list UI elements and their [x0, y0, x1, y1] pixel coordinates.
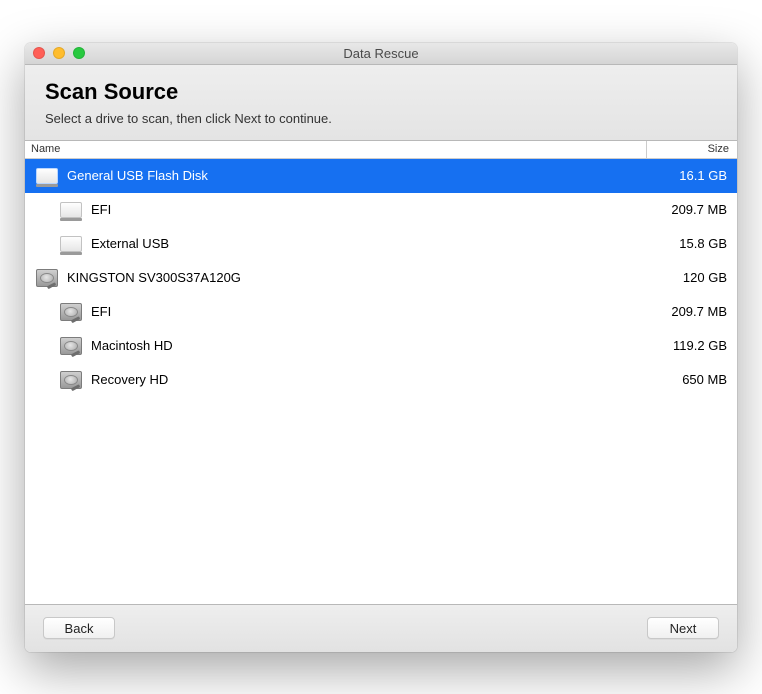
drive-list-header: Name Size	[25, 141, 737, 159]
app-window: Data Rescue Scan Source Select a drive t…	[25, 43, 737, 652]
drive-row[interactable]: Macintosh HD119.2 GB	[25, 329, 737, 363]
drive-name: EFI	[91, 304, 637, 319]
drive-list[interactable]: General USB Flash Disk16.1 GBEFI209.7 MB…	[25, 159, 737, 604]
minimize-icon[interactable]	[53, 47, 65, 59]
external-drive-icon	[36, 168, 58, 184]
external-drive-icon	[60, 202, 82, 218]
drive-size: 209.7 MB	[637, 304, 727, 319]
drive-row[interactable]: Recovery HD650 MB	[25, 363, 737, 397]
zoom-icon[interactable]	[73, 47, 85, 59]
drive-size: 120 GB	[637, 270, 727, 285]
internal-drive-icon	[36, 269, 58, 287]
page-header: Scan Source Select a drive to scan, then…	[25, 65, 737, 141]
internal-drive-icon	[60, 303, 82, 321]
external-drive-icon	[60, 236, 82, 252]
column-header-name[interactable]: Name	[25, 141, 647, 158]
footer: Back Next	[25, 604, 737, 652]
column-header-size[interactable]: Size	[647, 141, 737, 158]
internal-drive-icon	[60, 337, 82, 355]
drive-row[interactable]: EFI209.7 MB	[25, 295, 737, 329]
drive-name: EFI	[91, 202, 637, 217]
page-subtitle: Select a drive to scan, then click Next …	[45, 111, 717, 126]
drive-name: Macintosh HD	[91, 338, 637, 353]
drive-row[interactable]: KINGSTON SV300S37A120G120 GB	[25, 261, 737, 295]
drive-name: External USB	[91, 236, 637, 251]
next-button[interactable]: Next	[647, 617, 719, 639]
drive-row[interactable]: General USB Flash Disk16.1 GB	[25, 159, 737, 193]
close-icon[interactable]	[33, 47, 45, 59]
page-title: Scan Source	[45, 79, 717, 105]
window-controls	[33, 47, 85, 59]
drive-size: 15.8 GB	[637, 236, 727, 251]
drive-size: 119.2 GB	[637, 338, 727, 353]
drive-name: General USB Flash Disk	[67, 168, 637, 183]
internal-drive-icon	[60, 371, 82, 389]
window-title: Data Rescue	[25, 46, 737, 61]
drive-name: Recovery HD	[91, 372, 637, 387]
titlebar: Data Rescue	[25, 43, 737, 65]
drive-size: 16.1 GB	[637, 168, 727, 183]
drive-name: KINGSTON SV300S37A120G	[67, 270, 637, 285]
drive-size: 650 MB	[637, 372, 727, 387]
drive-size: 209.7 MB	[637, 202, 727, 217]
drive-row[interactable]: External USB15.8 GB	[25, 227, 737, 261]
back-button[interactable]: Back	[43, 617, 115, 639]
drive-row[interactable]: EFI209.7 MB	[25, 193, 737, 227]
